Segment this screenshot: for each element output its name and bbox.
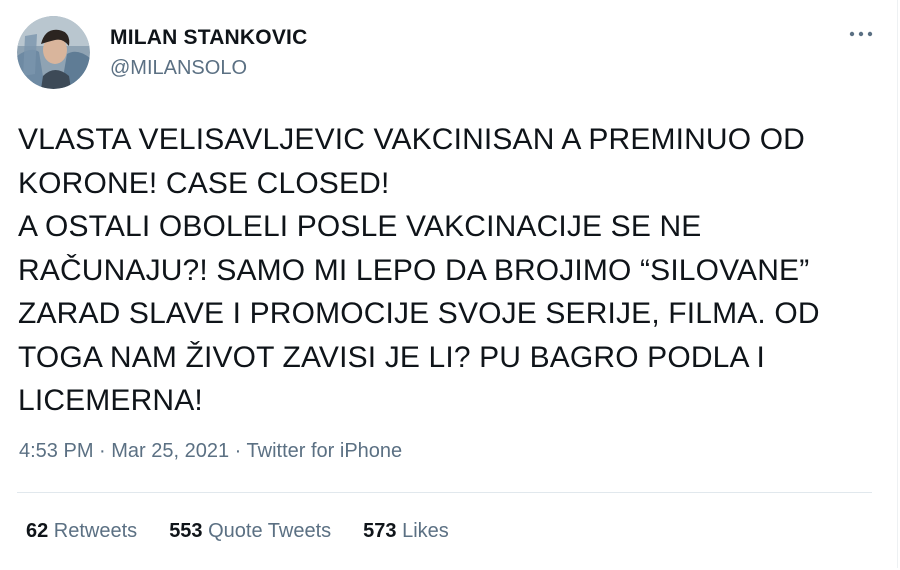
- meta-separator: ·: [93, 440, 112, 462]
- quote-tweets-stat[interactable]: 553 Quote Tweets: [169, 520, 331, 543]
- tweet-card: MILAN STANKOVIC @MILANSOLO VLASTA VELISA…: [0, 0, 898, 568]
- tweet-meta: 4:53 PM · Mar 25, 2021 · Twitter for iPh…: [19, 440, 402, 463]
- quote-tweets-label: Quote Tweets: [202, 520, 332, 542]
- avatar[interactable]: [17, 16, 90, 89]
- likes-stat[interactable]: 573 Likes: [363, 520, 449, 543]
- divider: [17, 492, 872, 493]
- meta-separator: ·: [229, 440, 247, 462]
- likes-label: Likes: [396, 520, 449, 542]
- user-handle[interactable]: @MILANSOLO: [110, 57, 247, 80]
- tweet-source[interactable]: Twitter for iPhone: [247, 440, 403, 462]
- profile-photo-icon: [17, 16, 90, 89]
- tweet-stats: 62 Retweets 553 Quote Tweets 573 Likes: [26, 520, 449, 543]
- quote-tweets-count: 553: [169, 520, 203, 542]
- retweets-stat[interactable]: 62 Retweets: [26, 520, 137, 543]
- more-dots-icon: [849, 31, 873, 37]
- tweet-text: VLASTA VELISAVLJEVIC VAKCINISAN A PREMIN…: [18, 123, 820, 417]
- retweets-count: 62: [26, 520, 49, 542]
- more-options-button[interactable]: [848, 24, 874, 44]
- retweets-label: Retweets: [48, 520, 138, 542]
- tweet-time[interactable]: 4:53 PM: [19, 440, 93, 462]
- tweet-date[interactable]: Mar 25, 2021: [111, 440, 229, 462]
- likes-count: 573: [363, 520, 397, 542]
- display-name[interactable]: MILAN STANKOVIC: [110, 26, 307, 50]
